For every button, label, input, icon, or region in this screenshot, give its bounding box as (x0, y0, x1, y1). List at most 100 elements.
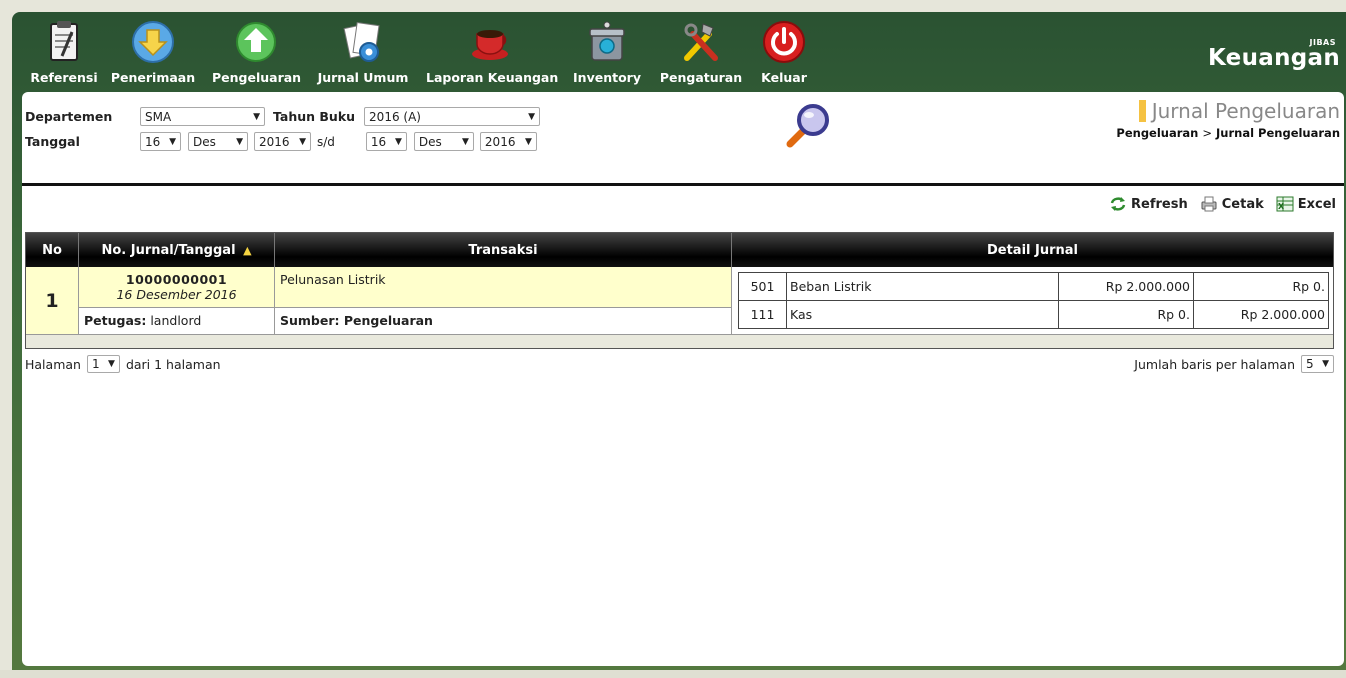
chevron-down-icon: ▼ (525, 136, 532, 147)
to-month-select[interactable]: Des ▼ (413, 132, 474, 151)
to-month-value: Des (418, 134, 442, 149)
departemen-select[interactable]: SMA ▼ (140, 107, 265, 126)
refresh-button[interactable]: Refresh (1109, 196, 1188, 212)
toolbar-pengaturan-button[interactable]: Pengaturan (658, 20, 744, 90)
to-year-select[interactable]: 2016 ▼ (479, 132, 537, 151)
clipboard-icon (42, 20, 86, 64)
breadcrumb-parent[interactable]: Pengeluaran (1116, 126, 1198, 140)
rows-per-page-select[interactable]: 5 ▼ (1301, 355, 1334, 373)
refresh-icon (1110, 197, 1126, 211)
toolbar-penerimaan-label: Penerimaan (110, 70, 196, 85)
chevron-down-icon: ▼ (169, 136, 176, 147)
app-frame: Referensi Penerimaan Pengeluaran Jurnal … (12, 12, 1346, 678)
petugas-label: Petugas: (84, 313, 147, 328)
filter-form: Departemen SMA ▼ Tahun Buku 2016 (A) ▼ Tan… (25, 104, 541, 154)
toolbar-penerimaan-button[interactable]: Penerimaan (110, 20, 196, 90)
page-select-value: 1 (91, 357, 100, 371)
toolbar-laporan-keuangan-button[interactable]: Laporan Keuangan (426, 20, 558, 90)
account-name: Beban Listrik (786, 272, 1059, 301)
detail-jurnal-cell: 501 Beban Listrik Rp 2.000.000 Rp 0. 111… (732, 267, 1333, 335)
chevron-down-icon: ▼ (462, 136, 469, 147)
from-day-select[interactable]: 16 ▼ (140, 132, 181, 151)
jurnal-date: 16 Desember 2016 (116, 287, 237, 302)
toolbar-referensi-label: Referensi (30, 70, 98, 85)
transaksi-cell: Pelunasan Listrik (275, 267, 732, 308)
account-code: 501 (738, 272, 787, 301)
to-day-value: 16 (370, 134, 387, 149)
content-panel: Departemen SMA ▼ Tahun Buku 2016 (A) ▼ Tan… (22, 92, 1344, 666)
brand-big-text: Keuangan (1207, 45, 1340, 71)
toolbar-inventory-label: Inventory (573, 70, 641, 85)
toolbar-referensi-button[interactable]: Referensi (30, 20, 98, 90)
toolbar-pengeluaran-button[interactable]: Pengeluaran (212, 20, 302, 90)
chevron-down-icon: ▼ (108, 359, 115, 369)
chevron-down-icon: ▼ (528, 111, 536, 122)
account-code: 111 (738, 300, 787, 329)
toolbar-pengeluaran-label: Pengeluaran (212, 70, 302, 85)
excel-label: Excel (1297, 196, 1336, 212)
main-toolbar: Referensi Penerimaan Pengeluaran Jurnal … (12, 12, 1346, 92)
petugas-cell: Petugas: landlord (79, 308, 275, 335)
excel-button[interactable]: X Excel (1276, 196, 1336, 212)
debit-amount: Rp 0. (1058, 300, 1194, 329)
column-header-jurnal[interactable]: No. Jurnal/Tanggal ▲ (79, 233, 275, 267)
chevron-down-icon: ▼ (395, 136, 402, 147)
brand-logo: JIBAS Keuangan (1208, 38, 1340, 71)
breadcrumb: Pengeluaran > Jurnal Pengeluaran (1116, 126, 1340, 140)
printer-icon (1201, 196, 1217, 212)
from-month-value: Des (193, 134, 216, 149)
departemen-value: SMA (145, 109, 172, 124)
from-year-select[interactable]: 2016 ▼ (254, 132, 311, 151)
tahun-buku-select[interactable]: 2016 (A) ▼ (364, 107, 541, 126)
toolbar-pengaturan-label: Pengaturan (659, 70, 743, 85)
svg-text:X: X (1278, 202, 1285, 211)
breadcrumb-separator: > (1202, 126, 1213, 140)
kredit-amount: Rp 0. (1193, 272, 1329, 301)
filter-row-departemen: Departemen SMA ▼ Tahun Buku 2016 (A) ▼ (25, 104, 541, 129)
toolbar-inventory-button[interactable]: Inventory (570, 20, 644, 90)
toolbar-keluar-button[interactable]: Keluar (756, 20, 812, 90)
inventory-bin-icon (585, 20, 629, 64)
date-range-separator: s/d (317, 134, 335, 149)
cetak-label: Cetak (1221, 196, 1264, 212)
arrow-down-circle-icon (131, 20, 175, 64)
taskbar-strip (0, 670, 1346, 678)
action-bar: Refresh Cetak X Excel (1109, 196, 1336, 212)
sumber-cell: Sumber: Pengeluaran (275, 308, 732, 335)
column-header-detail: Detail Jurnal (986, 243, 1079, 258)
table-row[interactable]: 1 10000000001 16 Desember 2016 Petugas: … (26, 267, 1333, 335)
excel-icon: X (1276, 196, 1294, 212)
cetak-button[interactable]: Cetak (1200, 196, 1264, 212)
detail-row: 111 Kas Rp 0. Rp 2.000.000 (738, 300, 1329, 329)
rows-per-page: Jumlah baris per halaman 5 ▼ (1134, 355, 1334, 373)
journal-table: No No. Jurnal/Tanggal ▲ Transaksi Detail… (25, 232, 1334, 349)
to-year-value: 2016 (484, 134, 516, 149)
chevron-down-icon: ▼ (253, 111, 260, 122)
column-header-transaksi: Transaksi (275, 233, 732, 267)
search-icon[interactable] (782, 100, 834, 152)
row-number: 1 (26, 267, 79, 335)
tahun-buku-value: 2016 (A) (369, 109, 421, 124)
to-day-select[interactable]: 16 ▼ (365, 132, 407, 151)
jurnal-number: 10000000001 (125, 272, 228, 287)
toolbar-jurnal-umum-label: Jurnal Umum (317, 70, 409, 85)
detail-row: 501 Beban Listrik Rp 2.000.000 Rp 0. (738, 272, 1329, 301)
from-month-select[interactable]: Des ▼ (188, 132, 248, 151)
coffee-cup-icon (468, 20, 512, 64)
toolbar-jurnal-umum-button[interactable]: Jurnal Umum (316, 20, 410, 90)
chevron-down-icon: ▼ (299, 136, 306, 147)
breadcrumb-current: Jurnal Pengeluaran (1216, 126, 1340, 140)
halaman-label: Halaman (25, 356, 81, 372)
rows-per-page-label: Jumlah baris per halaman (1134, 356, 1295, 372)
filter-row-tanggal: Tanggal 16 ▼ Des ▼ 2016 ▼ s/d 16 ▼ Des ▼ 2016… (25, 129, 540, 154)
documents-gear-icon (341, 20, 385, 64)
toolbar-keluar-label: Keluar (761, 70, 807, 85)
sort-ascending-icon: ▲ (243, 244, 252, 257)
kredit-amount: Rp 2.000.000 (1193, 300, 1329, 329)
tahun-buku-label: Tahun Buku (273, 109, 356, 124)
page-select[interactable]: 1 ▼ (86, 355, 120, 373)
column-header-no: No (26, 233, 79, 267)
arrow-up-circle-icon (234, 20, 278, 64)
refresh-label: Refresh (1131, 196, 1188, 212)
column-header-jurnal-label: No. Jurnal/Tanggal (101, 243, 236, 258)
